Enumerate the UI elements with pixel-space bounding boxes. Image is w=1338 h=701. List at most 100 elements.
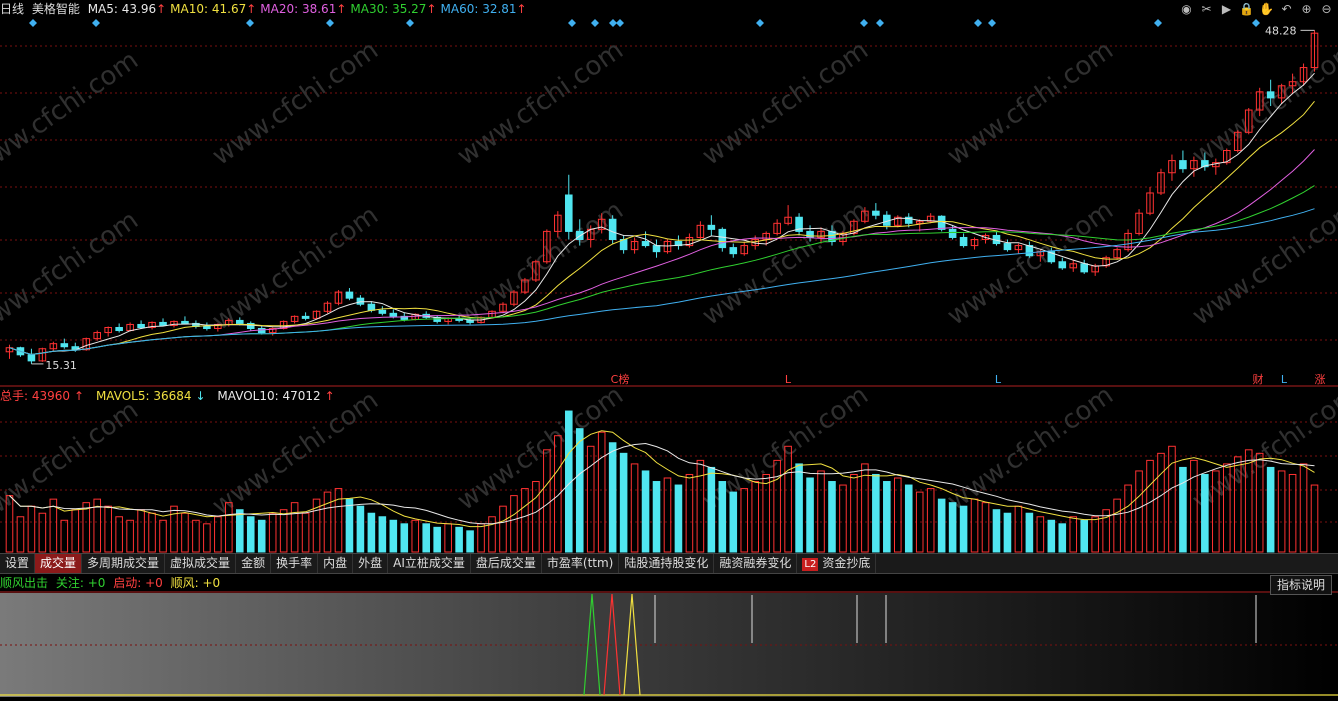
volume-bar [872,473,880,553]
volume-bar [38,512,47,553]
hand-icon[interactable]: ✋ [1259,2,1274,17]
volume-bar [137,509,145,553]
volume-bar [839,484,847,553]
stock-name: 美格智能 [31,2,80,16]
volume-bar [608,442,617,553]
ma-legend-item: MA10: 41.67↑ [170,2,257,16]
tab-item[interactable]: 多周期成交量 [82,554,166,573]
ma-legend-item: MA20: 38.61↑ [260,2,347,16]
volume-bar [729,491,738,553]
volume-bar [148,512,156,553]
candle-body [608,218,617,241]
candle-body [356,297,365,305]
volume-bar [652,481,661,553]
event-marker: 财 [1253,372,1264,386]
signal-diamond [1252,19,1260,27]
candle-body [466,319,474,323]
period-label[interactable]: 日线 [0,2,24,16]
candle-body [235,319,244,324]
zoom-in-icon[interactable]: ⊕ [1299,2,1314,17]
watermark: www.cfchi.com [452,380,629,516]
signal-diamond [29,19,37,27]
candle-body [729,247,738,255]
volume-bar [104,505,112,553]
candle-body [806,230,814,238]
volume-bar [1288,473,1297,553]
tab-item[interactable]: 换手率 [271,554,319,573]
tab-item[interactable]: 成交量 [35,554,83,573]
tab-item[interactable]: 金额 [236,554,272,573]
low-label: 15.31 [45,359,77,372]
volume-bar [795,463,803,553]
zoom-out-icon[interactable]: ⊖ [1319,2,1334,17]
volume-bar [499,505,507,553]
volume-bar [235,509,244,553]
volume-bar [466,530,474,553]
mavol5-line [9,430,1315,528]
ma-legend-item: MA30: 35.27↑ [350,2,437,16]
eye-icon[interactable]: ◉ [1179,2,1194,17]
signal-diamond [974,19,982,27]
event-marker: L [995,373,1002,386]
play-icon[interactable]: ▶ [1219,2,1234,17]
volume-bar [1266,466,1275,553]
tab-item[interactable]: 设置 [0,554,36,573]
volume-bar [488,516,496,553]
signal-diamond [568,19,576,27]
volume-bar [685,473,694,553]
candle-body [367,303,376,311]
tab-item[interactable]: 外盘 [353,554,389,573]
watermark: www.cfchi.com [0,205,144,341]
tab-item[interactable]: 市盈率(ttm) [542,554,620,573]
candle-body [564,194,573,232]
ma-legend-item: MA60: 32.81↑ [440,2,527,16]
signal-diamond [1154,19,1162,27]
volume-bar [411,519,420,553]
volume-bar [378,516,387,553]
tab-item[interactable]: 虚拟成交量 [165,554,237,573]
scissors-icon[interactable]: ✂ [1199,2,1214,17]
chart-canvas[interactable]: www.cfchi.com www.cfchi.com www.cfchi.com w… [0,0,1338,701]
tab-item[interactable]: 陆股通持股变化 [619,554,715,573]
volume-bar [630,463,639,553]
tab-item[interactable]: 融资融券变化 [714,554,798,573]
tab-item[interactable]: AI立桩成交量 [388,554,471,573]
high-label: 48.28 [1265,24,1297,37]
volume-bar [510,495,518,553]
candle-body [1058,261,1067,269]
watermark: www.cfchi.com [942,380,1119,516]
candle-body [345,291,354,299]
volume-bar [696,459,705,553]
volume-bar [60,519,69,553]
watermark: www.cfchi.com [942,195,1119,331]
candle-body [718,228,727,249]
tab-item[interactable]: 内盘 [318,554,354,573]
volume-bar [543,449,551,553]
volume-bar [1058,523,1067,553]
tab-item[interactable]: 盘后成交量 [471,554,542,573]
lock-icon[interactable]: 🔒 [1239,2,1254,17]
volume-bar [828,481,836,553]
volume-bar [992,509,1001,553]
volume-bar [1179,466,1187,553]
candle-body [115,326,123,332]
indicator-help-button[interactable]: 指标说明 [1269,575,1332,595]
undo-icon[interactable]: ↶ [1279,2,1294,17]
volume-bar [422,523,431,553]
wind-count: 顺风: +0 [170,576,221,590]
volume-bar [126,519,134,553]
indicator-tabbar: 设置 成交量 多周期成交量 虚拟成交量 金额 换手率 内盘 外盘 AI立桩成交量 盘后成交量 市盈率… [0,553,1338,574]
volume-bar [861,463,869,553]
volume-bar [455,526,463,553]
volume-bar [181,512,189,553]
volume-bar [1277,470,1286,553]
indicator-legend: 顺风出击 关注: +0 启动: +0 顺风: +0 [0,575,224,591]
volume-bar [532,481,540,553]
tab-item[interactable]: L2 资金抄底 [797,554,877,573]
candle-body [27,354,36,362]
volume-bar [203,523,211,553]
watermark: www.cfchi.com [1187,195,1338,331]
candle-body [389,312,398,317]
ma-legend-item: MA5: 43.96↑ [87,2,167,16]
volume-bar [82,502,91,553]
